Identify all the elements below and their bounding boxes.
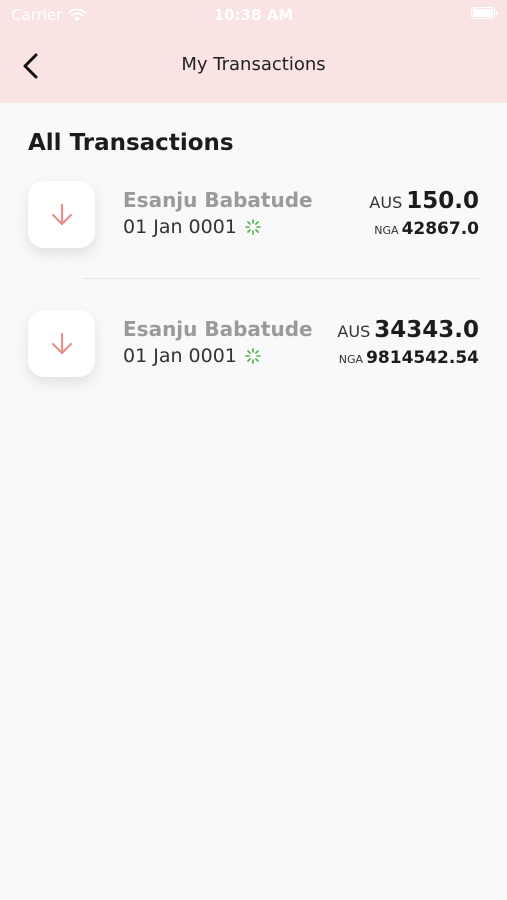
section-title: All Transactions — [28, 130, 234, 156]
transaction-icon-card — [28, 181, 95, 248]
arrow-down-icon — [51, 203, 72, 225]
loading-spinner-icon — [245, 348, 261, 364]
loading-spinner-icon — [245, 219, 261, 235]
amount-sub-value: 42867.0 — [401, 219, 479, 239]
transaction-name: Esanju Babatude — [123, 317, 313, 341]
page-title: My Transactions — [181, 54, 326, 75]
currency-main-label: AUS — [337, 322, 371, 341]
status-time: 10:38 AM — [213, 6, 294, 24]
transaction-amount-sub: NGA 42867.0 — [374, 219, 479, 239]
transaction-date: 01 Jan 0001 — [123, 216, 237, 238]
transaction-amount-main: AUS 34343.0 — [337, 317, 479, 343]
currency-sub-label: NGA — [374, 224, 399, 237]
arrow-down-icon — [51, 332, 72, 354]
transaction-date-group: 01 Jan 0001 — [123, 216, 261, 238]
transaction-row[interactable]: Esanju Babatude 01 Jan 0001 AUS 34343.0 N… — [0, 299, 507, 409]
amount-sub-value: 9814542.54 — [366, 348, 479, 368]
transaction-date: 01 Jan 0001 — [123, 345, 237, 367]
transaction-amount-main: AUS 150.0 — [369, 188, 479, 214]
transaction-icon-card — [28, 310, 95, 377]
currency-sub-label: NGA — [338, 353, 364, 366]
amount-main-value: 150.0 — [406, 188, 479, 214]
transaction-name: Esanju Babatude — [123, 188, 313, 212]
currency-main-label: AUS — [369, 193, 403, 212]
transaction-amount-sub: NGA 9814542.54 — [339, 348, 479, 368]
transaction-date-group: 01 Jan 0001 — [123, 345, 261, 367]
header: Carrier 10:38 AM My Transactions — [0, 0, 507, 103]
transaction-row[interactable]: Esanju Babatude 01 Jan 0001 AUS 150.0 NGA… — [0, 170, 507, 280]
row-divider — [82, 278, 479, 279]
amount-main-value: 34343.0 — [374, 317, 479, 343]
battery-icon — [471, 7, 498, 19]
status-bar: Carrier 10:38 AM — [0, 0, 507, 30]
